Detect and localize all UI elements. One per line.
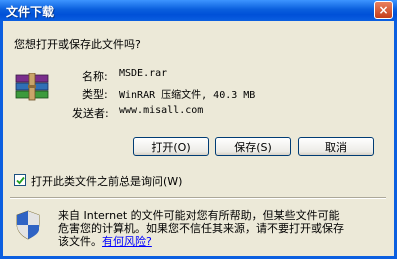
title-bar[interactable]: 文件下载 × (0, 0, 397, 21)
warning-text-line3-prefix: 该文件。 (58, 235, 102, 248)
window-frame-left (0, 21, 3, 259)
winrar-archive-icon (15, 73, 49, 101)
cancel-button[interactable]: 取消 (298, 137, 374, 156)
save-button-label: 保存(S) (234, 140, 272, 154)
always-ask-label[interactable]: 打开此类文件之前总是询问(W) (31, 173, 182, 189)
open-button-label: 打开(O) (151, 140, 191, 154)
file-name-value: MSDE.rar (119, 68, 168, 79)
file-sender-label: 发送者: (72, 107, 109, 120)
checkmark-icon (15, 176, 25, 184)
close-icon: × (378, 3, 389, 17)
warning-text-line3: 该文件。有何风险? (58, 233, 378, 249)
cancel-button-label: 取消 (325, 140, 347, 154)
window-title: 文件下载 (6, 5, 55, 19)
security-shield-icon (16, 210, 40, 240)
open-button[interactable]: 打开(O) (133, 137, 209, 156)
download-question: 您想打开或保存此文件吗? (14, 38, 141, 51)
always-ask-checkbox[interactable] (14, 174, 26, 186)
file-name-label: 名称: (82, 70, 108, 83)
separator (10, 197, 386, 199)
risk-link[interactable]: 有何风险? (102, 235, 152, 248)
file-type-label: 类型: (82, 88, 108, 101)
file-type-value: WinRAR 压缩文件, 40.3 MB (119, 90, 256, 101)
file-sender-value: www.misall.com (119, 105, 204, 116)
save-button[interactable]: 保存(S) (215, 137, 291, 156)
close-button[interactable]: × (374, 1, 393, 19)
